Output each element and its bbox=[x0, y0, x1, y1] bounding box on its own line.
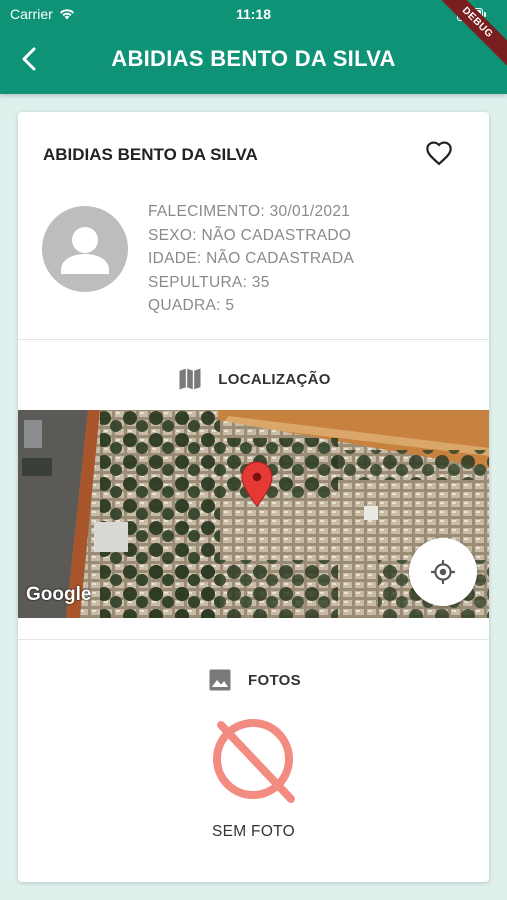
my-location-icon bbox=[431, 560, 455, 584]
photos-header: FOTOS bbox=[18, 665, 489, 695]
detail-sex: SEXO: NÃO CADASTRADO bbox=[148, 226, 352, 244]
divider bbox=[18, 339, 489, 340]
debug-banner: DEBUG bbox=[427, 0, 507, 80]
detail-card: ABIDIAS BENTO DA SILVA FALECIMENTO: 30/0… bbox=[18, 112, 489, 882]
google-attribution: Google bbox=[26, 584, 92, 605]
location-header: LOCALIZAÇÃO bbox=[18, 364, 489, 394]
page-title: ABIDIAS BENTO DA SILVA bbox=[111, 46, 396, 71]
no-photo-label: SEM FOTO bbox=[211, 823, 296, 840]
location-title: LOCALIZAÇÃO bbox=[218, 370, 331, 388]
detail-death-date: FALECIMENTO: 30/01/2021 bbox=[148, 203, 351, 220]
detail-block: QUADRA: 5 bbox=[148, 297, 235, 314]
chevron-left-icon bbox=[22, 47, 36, 71]
divider bbox=[18, 639, 489, 640]
image-icon bbox=[209, 669, 231, 691]
heart-outline-icon[interactable] bbox=[425, 140, 453, 168]
avatar bbox=[42, 206, 128, 292]
no-photo-icon bbox=[213, 719, 295, 803]
detail-age: IDADE: NÃO CADASTRADA bbox=[148, 250, 355, 267]
person-icon bbox=[61, 227, 109, 274]
debug-label: DEBUG bbox=[428, 0, 507, 72]
map-icon bbox=[179, 368, 201, 390]
person-name: ABIDIAS BENTO DA SILVA bbox=[43, 145, 258, 164]
locate-button[interactable] bbox=[409, 538, 477, 606]
person-details: FALECIMENTO: 30/01/2021 SEXO: NÃO CADAST… bbox=[148, 200, 354, 318]
name-row: ABIDIAS BENTO DA SILVA bbox=[18, 112, 489, 192]
photos-title: FOTOS bbox=[248, 671, 301, 689]
back-button[interactable] bbox=[14, 44, 44, 74]
detail-grave: SEPULTURA: 35 bbox=[148, 273, 270, 291]
